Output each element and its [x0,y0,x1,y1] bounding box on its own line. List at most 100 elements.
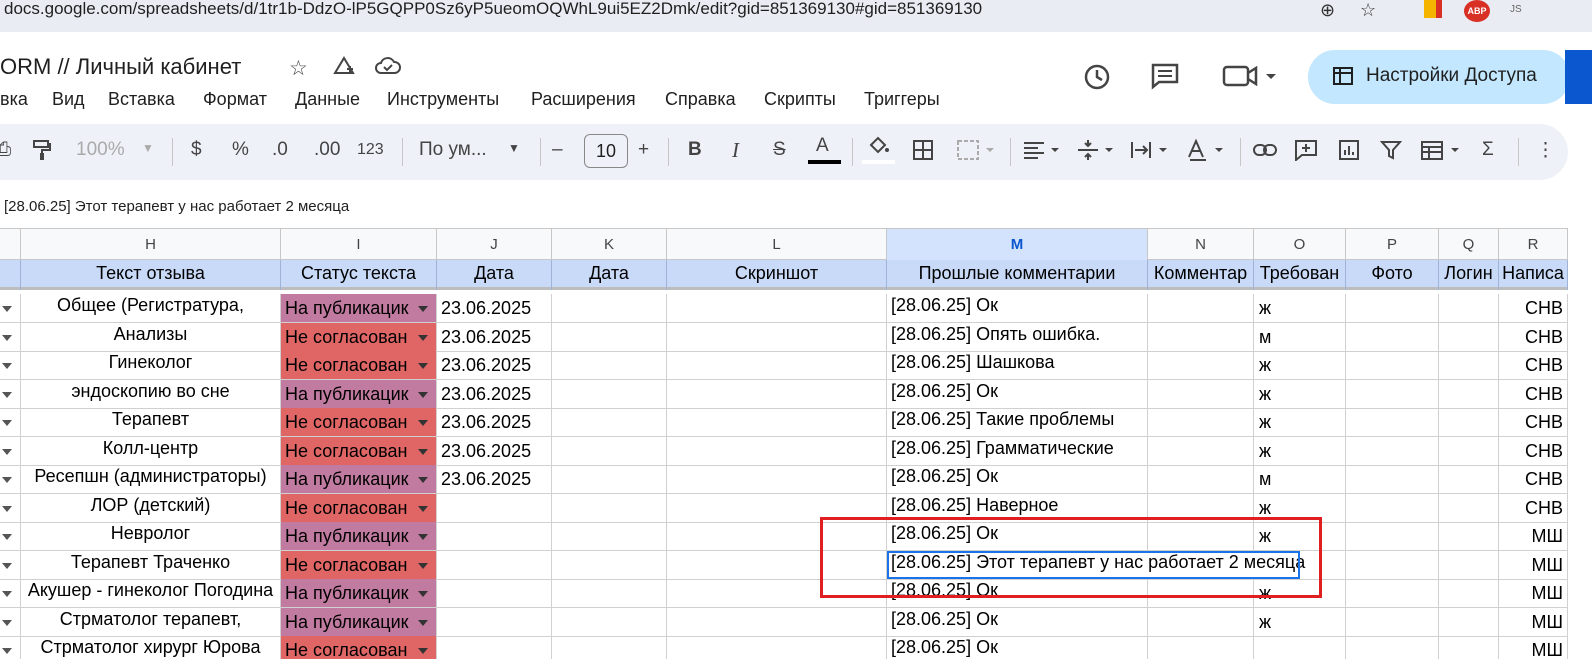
italic-button[interactable]: I [732,138,739,163]
insert-chart-icon[interactable] [1338,139,1360,167]
photo-cell[interactable] [1346,607,1439,636]
status-dropdown-icon[interactable] [418,306,428,312]
photo-cell[interactable] [1346,493,1439,522]
status-dropdown-icon[interactable] [418,363,428,369]
text-status-dropdown[interactable]: Не согласован [281,436,437,465]
login-cell[interactable] [1439,636,1499,659]
dropdown-arrow-icon[interactable] [2,306,12,312]
login-cell[interactable] [1439,550,1499,579]
login-cell[interactable] [1439,607,1499,636]
review-text-cell[interactable]: Анализы [21,322,281,351]
past-comment-cell[interactable]: [28.06.25] Грамматические [887,436,1148,465]
date-cell[interactable] [437,636,552,659]
text-status-dropdown[interactable]: Не согласован [281,351,437,379]
font-dropdown-icon[interactable]: ▼ [508,141,520,155]
login-cell[interactable] [1439,294,1499,322]
past-comment-cell[interactable]: [28.06.25] Такие проблемы [887,408,1148,436]
header-cell-requirement[interactable]: Требован [1254,260,1346,290]
requirement-cell[interactable]: ж [1254,408,1346,436]
photo-cell[interactable] [1346,294,1439,322]
login-cell[interactable] [1439,351,1499,379]
author-cell[interactable]: СНВ [1499,408,1568,436]
date-cell[interactable] [437,607,552,636]
date-cell[interactable]: 23.06.2025 [437,294,552,322]
row-dropdown-cell[interactable] [0,294,21,322]
date-cell[interactable]: 23.06.2025 [437,379,552,408]
column-letter-o[interactable]: O [1254,229,1346,260]
formula-text[interactable]: [28.06.25] Этот терапевт у нас работает … [4,198,349,215]
dropdown-arrow-icon[interactable] [2,448,12,455]
insert-comment-icon[interactable] [1294,139,1318,167]
photo-cell[interactable] [1346,522,1439,550]
dropdown-arrow-icon[interactable] [2,505,12,512]
document-title[interactable]: ORM // Личный кабинет [0,54,241,80]
font-select[interactable]: По ум... [419,139,487,161]
login-cell[interactable] [1439,465,1499,493]
column-letter-n[interactable]: N [1148,229,1254,260]
menu-format[interactable]: Формат [203,89,267,110]
date-2-cell[interactable] [552,379,667,408]
date-cell[interactable] [437,493,552,522]
header-cell-date[interactable]: Дата [437,260,552,290]
zoom-icon[interactable]: ⊕ [1320,0,1335,21]
text-status-dropdown[interactable]: На публикацик [281,465,437,493]
menu-data[interactable]: Данные [295,89,360,110]
row-dropdown-cell[interactable] [0,493,21,522]
login-cell[interactable] [1439,493,1499,522]
decrease-font-size-button[interactable]: – [552,139,563,161]
review-text-cell[interactable]: Акушер - гинеколог Погодина [21,579,281,607]
screenshot-cell[interactable] [667,636,887,659]
comment-cell[interactable] [1148,408,1254,436]
column-letter-m[interactable]: M [887,229,1148,260]
column-letter-h[interactable]: H [21,229,281,260]
functions-icon[interactable]: Σ [1482,139,1494,161]
strikethrough-button[interactable]: S [773,139,786,161]
column-letter-k[interactable]: K [552,229,667,260]
photo-cell[interactable] [1346,351,1439,379]
text-status-dropdown[interactable]: Не согласован [281,493,437,522]
date-2-cell[interactable] [552,294,667,322]
status-dropdown-icon[interactable] [418,477,428,483]
date-cell[interactable]: 23.06.2025 [437,322,552,351]
address-bar[interactable]: docs.google.com/spreadsheets/d/1tr1b-Ddz… [0,0,1592,32]
text-status-dropdown[interactable]: На публикацик [281,294,437,322]
date-cell[interactable] [437,550,552,579]
requirement-cell[interactable]: ж [1254,379,1346,408]
row-dropdown-cell[interactable] [0,550,21,579]
text-wrapping-icon[interactable] [1130,139,1172,167]
header-cell-past-comments[interactable]: Прошлые комментарии [887,260,1148,290]
status-dropdown-icon[interactable] [418,391,428,398]
text-status-dropdown[interactable]: На публикацик [281,579,437,607]
past-comment-cell[interactable]: [28.06.25] Ок [887,294,1148,322]
dropdown-arrow-icon[interactable] [2,534,12,540]
comment-cell[interactable] [1148,607,1254,636]
menu-view[interactable]: Вид [52,89,85,110]
review-text-cell[interactable]: Стрматолог хирург Юрова [21,636,281,659]
dropdown-arrow-icon[interactable] [2,562,12,569]
status-dropdown-icon[interactable] [418,648,428,654]
column-letter-j[interactable]: J [437,229,552,260]
requirement-cell[interactable]: м [1254,465,1346,493]
author-cell[interactable]: СНВ [1499,351,1568,379]
header-cell-screenshot[interactable]: Скриншот [667,260,887,290]
dropdown-arrow-icon[interactable] [2,391,12,398]
more-options-icon[interactable]: ⋮ [1536,139,1555,162]
more-formats-button[interactable]: 123 [357,141,384,159]
past-comment-cell[interactable]: [28.06.25] Ок [887,379,1148,408]
percent-format-button[interactable]: % [232,139,249,161]
header-cell-text-status[interactable]: Статус текста [281,260,437,290]
requirement-cell[interactable]: ж [1254,351,1346,379]
author-cell[interactable]: МШ [1499,579,1568,607]
date-2-cell[interactable] [552,408,667,436]
date-cell[interactable] [437,579,552,607]
row-dropdown-cell[interactable] [0,607,21,636]
photo-cell[interactable] [1346,636,1439,659]
requirement-cell[interactable]: м [1254,322,1346,351]
row-dropdown-cell[interactable] [0,465,21,493]
screenshot-cell[interactable] [667,379,887,408]
text-status-dropdown[interactable]: Не согласован [281,550,437,579]
meet-icon[interactable] [1222,62,1278,97]
star-icon[interactable]: ☆ [289,56,308,81]
increase-font-size-button[interactable]: + [638,139,649,161]
share-dropdown-edge[interactable] [1565,50,1592,104]
